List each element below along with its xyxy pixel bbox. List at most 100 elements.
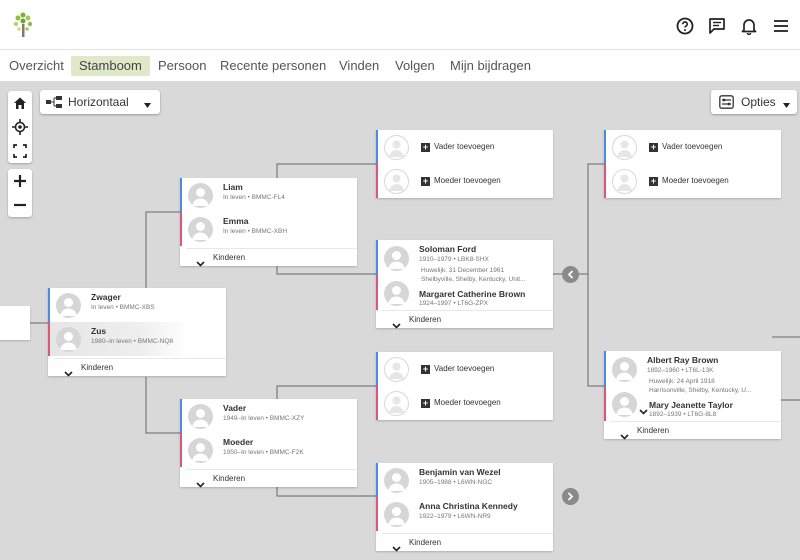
person-row-margaret-brown[interactable]: Margaret Catherine Brown 1924–1997 • LT6… [376, 276, 553, 310]
person-avatar-icon [188, 217, 213, 242]
person-info: 1910–1979 • LBK8-SHX [419, 256, 489, 263]
person-info: 1980–In leven • BMMC-NQ8 [91, 338, 174, 345]
person-name[interactable]: Mary Jeanette Taylor [649, 400, 733, 410]
person-name[interactable]: Liam [223, 182, 243, 192]
person-avatar-icon [384, 281, 409, 306]
tab-recente-personen[interactable]: Recente personen [212, 56, 334, 76]
plus-icon: + [421, 398, 430, 408]
person-avatar-icon [384, 502, 409, 527]
children-label: Kinderen [81, 363, 114, 372]
person-name[interactable]: Albert Ray Brown [647, 355, 718, 365]
bell-icon[interactable] [738, 15, 760, 37]
person-row-liam[interactable]: Liam In leven • BMMC-FL4 [180, 178, 357, 212]
locate-icon[interactable] [8, 115, 32, 139]
person-name[interactable]: Zwager [91, 292, 121, 302]
layout-dropdown-label: Horizontaal [68, 95, 129, 109]
options-icon [719, 95, 734, 109]
options-dropdown-label: Opties [741, 95, 776, 109]
focus-person-card[interactable] [0, 306, 30, 340]
person-name[interactable]: Margaret Catherine Brown [419, 289, 525, 299]
layout-dropdown[interactable]: Horizontaal [40, 90, 160, 114]
children-toggle[interactable]: Kinderen [382, 533, 553, 552]
children-toggle[interactable]: Kinderen [54, 358, 226, 377]
person-info: 1949–In leven • BMMC-XZY [223, 415, 305, 422]
empty-person-avatar-icon [612, 169, 637, 194]
zoom-out-icon[interactable] [8, 193, 32, 217]
person-info: 1892–1939 • LT6G-8L8 [649, 411, 717, 418]
children-label: Kinderen [409, 315, 442, 324]
help-circle-icon[interactable] [674, 15, 696, 37]
person-info: In leven • BMMC-XBS [91, 304, 155, 311]
person-avatar-icon [612, 357, 637, 382]
person-row-zwager[interactable]: Zwager In leven • BMMC-XBS [48, 288, 226, 322]
chevron-down-icon [392, 539, 401, 557]
person-name[interactable]: Soloman Ford [419, 244, 476, 254]
tab-mijn-bijdragen[interactable]: Mijn bijdragen [442, 56, 539, 76]
chat-icon[interactable] [706, 15, 728, 37]
person-name[interactable]: Benjamin van Wezel [419, 467, 501, 477]
add-mother-label: Moeder toevoegen [434, 176, 501, 185]
children-label: Kinderen [213, 253, 246, 262]
tab-vinden[interactable]: Vinden [331, 56, 387, 76]
add-mother-row[interactable]: + Moeder toevoegen [604, 164, 781, 198]
collapse-left-icon[interactable] [562, 266, 579, 283]
person-row-moeder[interactable]: Moeder 1950–In leven • BMMC-F2K [180, 433, 357, 467]
add-father-label: Vader toevoegen [434, 142, 495, 151]
person-name[interactable]: Vader [223, 403, 246, 413]
couple-card-zwager-zus: Zwager In leven • BMMC-XBS Zus 1980–In l… [48, 288, 226, 377]
tab-stamboom[interactable]: Stamboom [71, 56, 150, 76]
main-nav: Overzicht Stamboom Persoon Recente perso… [0, 50, 800, 82]
marriage-date: Huwelijk: 31 December 1961 [421, 267, 505, 274]
add-father-row[interactable]: + Vader toevoegen [604, 130, 781, 164]
add-mother-label: Moeder toevoegen [434, 398, 501, 407]
family-tree-logo-icon[interactable] [12, 12, 34, 38]
person-avatar-icon [56, 293, 81, 318]
caret-down-icon [783, 98, 790, 112]
add-father-row[interactable]: + Vader toevoegen [376, 130, 553, 164]
person-row-zus[interactable]: Zus 1980–In leven • BMMC-NQ8 [48, 322, 226, 356]
add-mother-row[interactable]: + Moeder toevoegen [376, 386, 553, 420]
person-avatar-icon [56, 327, 81, 352]
children-label: Kinderen [637, 426, 670, 435]
empty-person-avatar-icon [384, 135, 409, 160]
children-toggle[interactable]: Kinderen [186, 469, 357, 488]
person-name[interactable]: Zus [91, 326, 106, 336]
tab-overzicht[interactable]: Overzicht [1, 56, 72, 76]
plus-icon: + [649, 176, 658, 186]
person-name[interactable]: Anna Christina Kennedy [419, 501, 518, 511]
person-avatar-icon [188, 438, 213, 463]
chevron-down-icon [392, 316, 401, 334]
fullscreen-icon[interactable] [8, 139, 32, 163]
home-icon[interactable] [8, 91, 32, 115]
tab-volgen[interactable]: Volgen [387, 56, 443, 76]
expand-right-icon[interactable] [562, 488, 579, 505]
tab-persoon[interactable]: Persoon [150, 56, 214, 76]
hamburger-menu-icon[interactable] [770, 15, 792, 37]
children-label: Kinderen [213, 474, 246, 483]
children-toggle[interactable]: Kinderen [382, 310, 553, 329]
chevron-down-icon[interactable] [639, 402, 648, 420]
plus-icon: + [421, 142, 430, 152]
person-row-benjamin-van-wezel[interactable]: Benjamin van Wezel 1905–1988 • L6WN-NGC [376, 463, 553, 497]
person-name[interactable]: Moeder [223, 437, 253, 447]
zoom-in-icon[interactable] [8, 169, 32, 193]
empty-person-avatar-icon [384, 357, 409, 382]
couple-card-ford-brown: Soloman Ford 1910–1979 • LBK8-SHX Huweli… [376, 240, 553, 329]
tree-canvas[interactable]: Horizontaal Opties Zwager In leven • BMM… [0, 82, 800, 560]
person-name[interactable]: Emma [223, 216, 249, 226]
empty-person-avatar-icon [612, 135, 637, 160]
person-row-emma[interactable]: Emma In leven • BMMC-XBH [180, 212, 357, 246]
person-row-mary-taylor[interactable]: Mary Jeanette Taylor 1892–1939 • LT6G-8L… [604, 387, 781, 421]
person-row-anna-kennedy[interactable]: Anna Christina Kennedy 1922–1979 • L6WN-… [376, 497, 553, 531]
app-header [0, 0, 800, 50]
couple-card-vader-moeder: Vader 1949–In leven • BMMC-XZY Moeder 19… [180, 399, 357, 488]
add-father-row[interactable]: + Vader toevoegen [376, 352, 553, 386]
person-row-vader[interactable]: Vader 1949–In leven • BMMC-XZY [180, 399, 357, 433]
children-toggle[interactable]: Kinderen [610, 421, 781, 440]
plus-icon: + [421, 176, 430, 186]
add-mother-row[interactable]: + Moeder toevoegen [376, 164, 553, 198]
options-dropdown[interactable]: Opties [711, 90, 797, 114]
person-info: In leven • BMMC-XBH [223, 228, 288, 235]
chevron-down-icon [196, 475, 205, 493]
children-toggle[interactable]: Kinderen [186, 248, 357, 267]
